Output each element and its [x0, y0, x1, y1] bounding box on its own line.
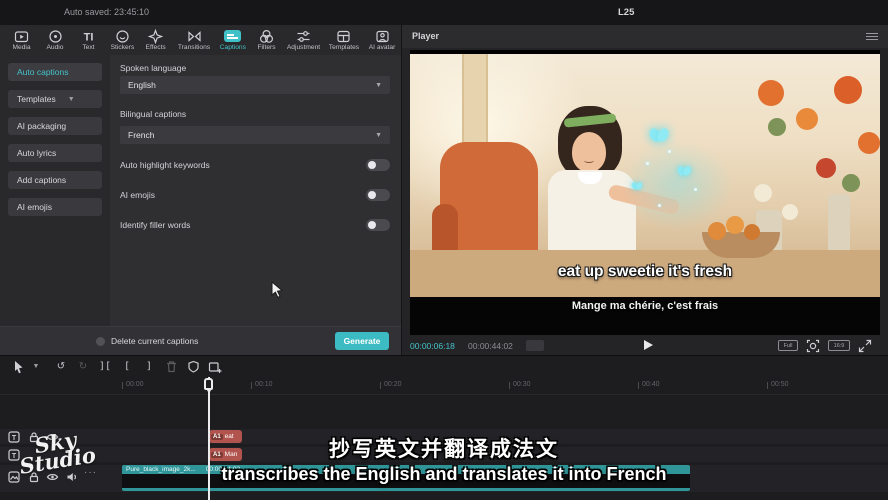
- sidebar-item-add-captions[interactable]: Add captions: [8, 171, 102, 189]
- playhead-tip: [207, 390, 211, 394]
- tab-audio[interactable]: Audio: [39, 26, 73, 54]
- select-tool-chevron-icon[interactable]: ▼: [30, 358, 42, 376]
- play-button[interactable]: [640, 338, 654, 352]
- burned-subtitle-english: transcribes the English and translates i…: [0, 464, 888, 485]
- spoken-language-label: Spoken language: [120, 63, 186, 73]
- player-panel: Player: [402, 25, 888, 355]
- player-header: Player: [402, 25, 888, 48]
- sidebar-item-auto-captions[interactable]: Auto captions: [8, 63, 102, 81]
- text-icon: TI: [81, 29, 96, 43]
- effects-icon: [148, 29, 163, 43]
- caption-settings: Spoken language English ▼ Bilingual capt…: [110, 55, 401, 326]
- tab-stickers[interactable]: Stickers: [106, 26, 140, 54]
- captions-panel: Auto captions Templates▼ AI packaging Au…: [0, 55, 401, 355]
- quality-button[interactable]: Full: [778, 340, 798, 351]
- adjustment-icon: [296, 29, 311, 43]
- timeline-toolbar: ▼ ↺ ↻ ][ [ ]: [0, 356, 888, 377]
- svg-text:TI: TI: [84, 31, 94, 43]
- chevron-down-icon: ▼: [375, 82, 382, 89]
- ai-emojis-row: AI emojis: [120, 189, 390, 201]
- total-duration: 00:00:44:02: [468, 341, 513, 351]
- templates-icon: [336, 29, 351, 43]
- sidebar-item-ai-emojis[interactable]: AI emojis: [8, 198, 102, 216]
- captions-sidebar: Auto captions Templates▼ AI packaging Au…: [0, 55, 110, 326]
- undo-icon[interactable]: ↺: [50, 358, 72, 376]
- generate-button[interactable]: Generate: [335, 332, 389, 350]
- timeline-ruler[interactable]: 00:00 00:10 00:20 00:30 00:40 00:50: [0, 377, 888, 395]
- sidebar-item-templates[interactable]: Templates▼: [8, 90, 102, 108]
- media-icon: [14, 29, 29, 43]
- crop-icon[interactable]: [204, 358, 226, 376]
- tab-ai-avatar[interactable]: AI avatar: [364, 26, 401, 54]
- chevron-down-icon: ▼: [68, 96, 75, 103]
- chevron-down-icon: ▼: [375, 132, 382, 139]
- player-title: Player: [412, 31, 439, 41]
- tab-captions[interactable]: Captions: [216, 26, 250, 54]
- captions-actionbar: Delete current captions Generate: [0, 326, 401, 355]
- player-menu-icon[interactable]: [866, 33, 878, 42]
- delete-icon[interactable]: [160, 358, 182, 376]
- transitions-icon: [187, 29, 202, 43]
- trim-left-icon[interactable]: [: [116, 358, 138, 376]
- tab-adjustment[interactable]: Adjustment: [283, 26, 324, 54]
- captions-icon: [224, 29, 241, 43]
- preview-caption-bilingual[interactable]: Mange ma chérie, c'est frais: [410, 300, 880, 312]
- filler-words-toggle[interactable]: [366, 219, 390, 231]
- select-tool-icon[interactable]: [8, 358, 30, 376]
- burned-subtitle-chinese: 抄写英文并翻译成法文: [0, 433, 888, 463]
- filler-words-row: Identify filler words: [120, 219, 390, 231]
- stickers-icon: [115, 29, 130, 43]
- checkbox-icon: [96, 337, 105, 346]
- capcut-window: Auto saved: 23:45:10 L25 Media Audio TI …: [0, 0, 888, 500]
- tab-media[interactable]: Media: [5, 26, 39, 54]
- bilingual-captions-label: Bilingual captions: [120, 109, 186, 119]
- topbar: Auto saved: 23:45:10 L25: [0, 0, 888, 25]
- ai-avatar-icon: [375, 29, 390, 43]
- ribbon-toolbar: Media Audio TI Text Stickers Effects Tra…: [0, 25, 401, 55]
- current-time: 00:00:06:18: [410, 341, 455, 351]
- preview-caption-primary[interactable]: eat up sweetie it's fresh: [410, 263, 880, 281]
- bilingual-language-select[interactable]: French ▼: [120, 126, 390, 144]
- filters-icon: [259, 29, 274, 43]
- audio-icon: [48, 29, 63, 43]
- video-frame: [410, 54, 880, 297]
- playhead-handle[interactable]: [204, 378, 213, 390]
- sidebar-item-auto-lyrics[interactable]: Auto lyrics: [8, 144, 102, 162]
- auto-highlight-row: Auto highlight keywords: [120, 159, 390, 171]
- tab-transitions[interactable]: Transitions: [173, 26, 216, 54]
- split-icon[interactable]: ][: [94, 358, 116, 376]
- player-controls: 00:00:06:18 00:00:44:02 Full 16:9: [402, 337, 888, 355]
- tab-text[interactable]: TI Text: [72, 26, 106, 54]
- sidebar-item-ai-packaging[interactable]: AI packaging: [8, 117, 102, 135]
- mask-icon[interactable]: [182, 358, 204, 376]
- ratio-button[interactable]: 16:9: [828, 340, 850, 351]
- mouse-cursor: [271, 281, 284, 303]
- redo-icon[interactable]: ↻: [72, 358, 94, 376]
- trim-right-icon[interactable]: ]: [138, 358, 160, 376]
- time-options-chip[interactable]: [526, 340, 544, 351]
- delete-captions-checkbox[interactable]: Delete current captions: [96, 336, 198, 346]
- session-label: L25: [618, 7, 634, 18]
- spoken-language-select[interactable]: English ▼: [120, 76, 390, 94]
- autosave-status: Auto saved: 23:45:10: [64, 7, 149, 17]
- tab-effects[interactable]: Effects: [139, 26, 173, 54]
- video-preview: eat up sweetie it's fresh Mange ma chéri…: [410, 50, 880, 335]
- ai-emojis-toggle[interactable]: [366, 189, 390, 201]
- tab-filters[interactable]: Filters: [249, 26, 283, 54]
- tab-templates[interactable]: Templates: [324, 26, 363, 54]
- auto-highlight-toggle[interactable]: [366, 159, 390, 171]
